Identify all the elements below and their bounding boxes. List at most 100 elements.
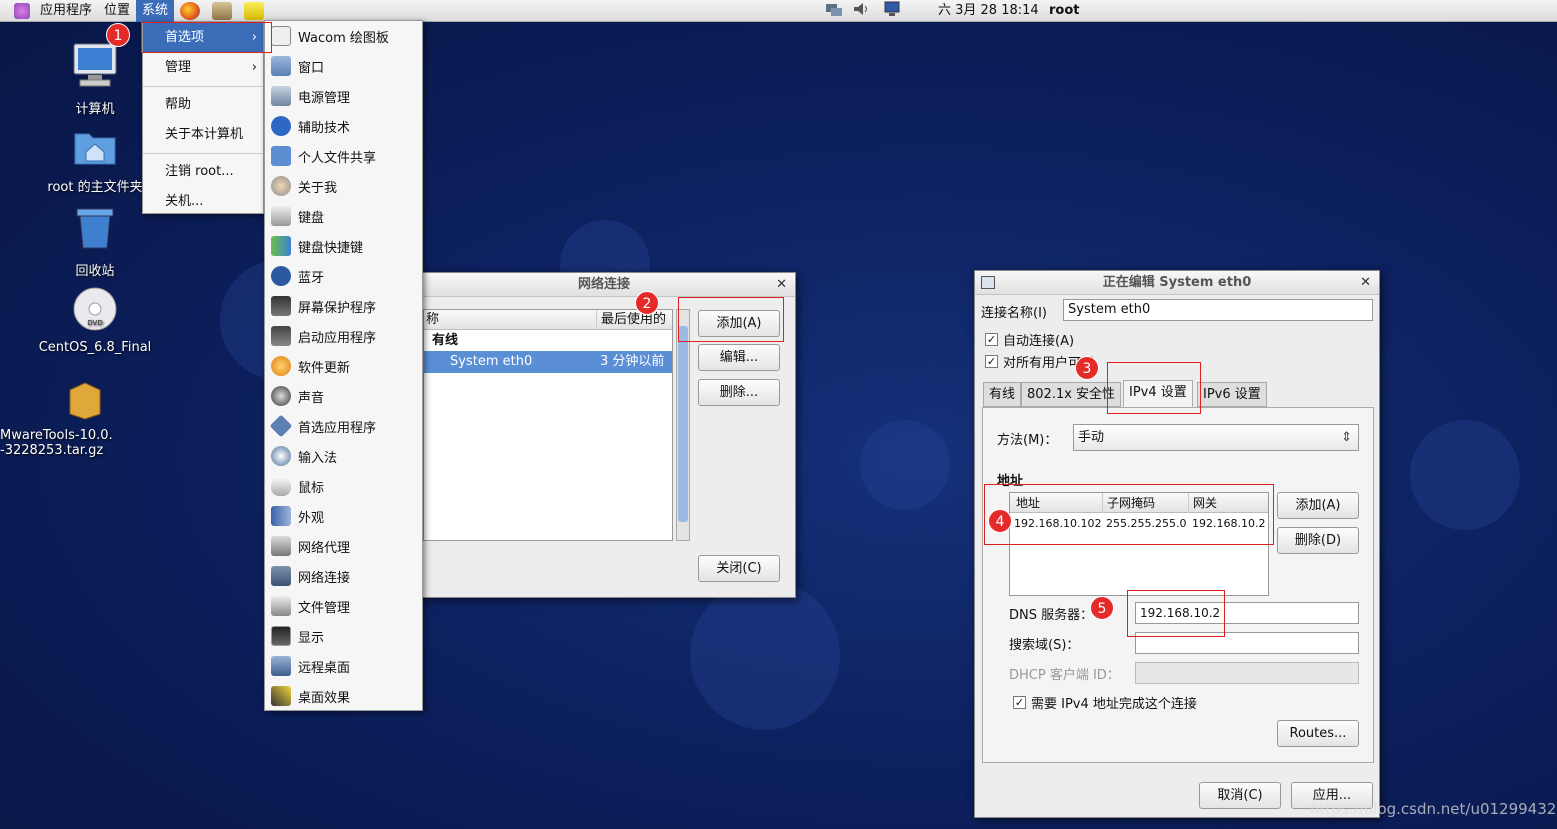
list-scrollbar[interactable]	[676, 309, 690, 541]
list-header: 称 最后使用的	[424, 310, 672, 330]
dhcp-client-id-field	[1135, 662, 1359, 684]
window-title: 网络连接	[577, 277, 630, 292]
submenu-item-mouse[interactable]: 鼠标	[265, 471, 422, 501]
user-name[interactable]: root	[1049, 0, 1080, 22]
edit-button[interactable]: 编辑...	[698, 344, 780, 371]
submenu-item-power[interactable]: 电源管理	[265, 81, 422, 111]
submenu-item-sound[interactable]: 声音	[265, 381, 422, 411]
window-icon	[271, 56, 291, 76]
group-row-wired[interactable]: 有线	[424, 330, 672, 351]
menu-item-help[interactable]: 帮助	[143, 90, 263, 120]
menu-separator	[143, 153, 263, 154]
submenu-label: 外观	[298, 510, 325, 526]
submenu-item-display[interactable]: 显示	[265, 621, 422, 651]
submenu-label: 首选应用程序	[298, 420, 377, 436]
desktop-icon-label: 计算机	[75, 102, 115, 117]
submenu-item-about-me[interactable]: 关于我	[265, 171, 422, 201]
submenu-item-network-connections[interactable]: 网络连接	[265, 561, 422, 591]
window-titlebar[interactable]: 正在编辑 System eth0 ✕	[975, 271, 1379, 295]
step-badge-4: 4	[988, 509, 1012, 533]
delete-button[interactable]: 删除...	[698, 379, 780, 406]
computer-icon	[73, 43, 117, 87]
bg-bubble	[690, 580, 840, 730]
desktop-icon-home[interactable]: root 的主文件夹	[40, 126, 150, 195]
submenu-item-bluetooth[interactable]: 蓝牙	[265, 261, 422, 291]
conn-name-field[interactable]: System eth0	[1063, 299, 1373, 321]
preferred-apps-icon	[269, 414, 293, 438]
submenu-label: 网络连接	[298, 570, 351, 586]
col-name-header[interactable]: 称	[426, 310, 439, 330]
submenu-item-windows[interactable]: 窗口	[265, 51, 422, 81]
notes-icon[interactable]	[244, 1, 265, 20]
menu-item-label: 管理	[165, 60, 192, 75]
submenu-item-input-method[interactable]: 输入法	[265, 441, 422, 471]
submenu-item-keyboard[interactable]: 键盘	[265, 201, 422, 231]
folder-share-icon	[271, 146, 291, 166]
add-address-button[interactable]: 添加(A)	[1277, 492, 1359, 519]
annotation-box	[678, 297, 784, 342]
list-item[interactable]: System eth0 3 分钟以前	[424, 351, 672, 373]
submenu-item-startup-apps[interactable]: 启动应用程序	[265, 321, 422, 351]
submenu-item-shortcuts[interactable]: 键盘快捷键	[265, 231, 422, 261]
tab-wired[interactable]: 有线	[983, 382, 1022, 407]
desktop-icon-vmwaretools[interactable]: MwareTools-10.0. -3228253.tar.gz	[0, 380, 130, 458]
submenu-label: 关于我	[298, 180, 338, 196]
submenu-label: 输入法	[298, 450, 338, 466]
clock[interactable]: 六 3月 28 18:14	[938, 0, 1039, 22]
menu-item-about[interactable]: 关于本计算机	[143, 120, 263, 150]
auto-connect-label: 自动连接(A)	[1003, 334, 1075, 349]
submenu-item-file-sharing[interactable]: 个人文件共享	[265, 141, 422, 171]
submenu-item-software-update[interactable]: 软件更新	[265, 351, 422, 381]
bg-bubble	[1410, 420, 1520, 530]
submenu-item-network-proxy[interactable]: 网络代理	[265, 531, 422, 561]
tab-ipv6-settings[interactable]: IPv6 设置	[1197, 382, 1267, 407]
desktop-icon-trash[interactable]: 回收站	[50, 206, 140, 279]
col-last-used-header[interactable]: 最后使用的	[596, 310, 666, 330]
menu-separator	[143, 86, 263, 87]
menu-system[interactable]: 系统	[136, 0, 175, 22]
menu-item-logout[interactable]: 注销 root...	[143, 157, 263, 187]
network-tray-icon[interactable]	[824, 0, 844, 22]
submenu-item-file-management[interactable]: 文件管理	[265, 591, 422, 621]
submenu-item-desktop-effects[interactable]: 桌面效果	[265, 681, 422, 711]
require-ipv4-checkbox[interactable]: ✓	[1013, 696, 1026, 709]
all-users-checkbox[interactable]: ✓	[985, 355, 998, 368]
close-icon[interactable]: ✕	[776, 273, 787, 297]
close-icon[interactable]: ✕	[1360, 271, 1371, 295]
scrollbar-thumb[interactable]	[678, 326, 688, 522]
submenu-item-preferred-apps[interactable]: 首选应用程序	[265, 411, 422, 441]
delete-address-button[interactable]: 删除(D)	[1277, 527, 1359, 554]
submenu-label: 网络代理	[298, 540, 351, 556]
window-title: 正在编辑 System eth0	[1102, 275, 1252, 290]
submenu-item-wacom[interactable]: Wacom 绘图板	[265, 21, 422, 51]
submenu-item-accessibility[interactable]: 辅助技术	[265, 111, 422, 141]
menu-applications[interactable]: 应用程序	[34, 0, 98, 22]
menu-places[interactable]: 位置	[98, 0, 136, 22]
network-window-icon	[981, 276, 995, 289]
proxy-icon	[271, 536, 291, 556]
desktop-icon-dvd[interactable]: DVD CentOS_6.8_Final	[30, 286, 160, 355]
method-select[interactable]: 手动 ⇕	[1073, 424, 1359, 451]
submenu-item-screensaver[interactable]: 屏幕保护程序	[265, 291, 422, 321]
window-titlebar[interactable]: 网络连接 ✕	[413, 273, 795, 297]
annotation-box	[1107, 362, 1201, 414]
routes-button[interactable]: Routes...	[1277, 720, 1359, 747]
mail-icon[interactable]	[212, 1, 233, 20]
close-button[interactable]: 关闭(C)	[698, 555, 780, 582]
display-tray-icon[interactable]	[882, 0, 902, 22]
apps-logo-icon[interactable]	[14, 2, 30, 19]
submenu-item-appearance[interactable]: 外观	[265, 501, 422, 531]
desktop-icon-computer[interactable]: 计算机	[50, 42, 140, 117]
package-icon	[69, 382, 101, 420]
auto-connect-checkbox[interactable]: ✓	[985, 333, 998, 346]
cancel-button[interactable]: 取消(C)	[1199, 782, 1281, 809]
submenu-item-remote-desktop[interactable]: 远程桌面	[265, 651, 422, 681]
menu-item-administration[interactable]: 管理 ›	[143, 53, 263, 83]
volume-icon[interactable]	[852, 0, 870, 22]
require-ipv4-label: 需要 IPv4 地址完成这个连接	[1031, 697, 1197, 712]
desktop-icon-label: -3228253.tar.gz	[0, 443, 104, 458]
submenu-label: 键盘	[298, 210, 325, 226]
menu-item-shutdown[interactable]: 关机...	[143, 187, 263, 217]
firefox-icon[interactable]	[180, 1, 201, 20]
connections-list[interactable]: 称 最后使用的 有线 System eth0 3 分钟以前	[423, 309, 673, 541]
